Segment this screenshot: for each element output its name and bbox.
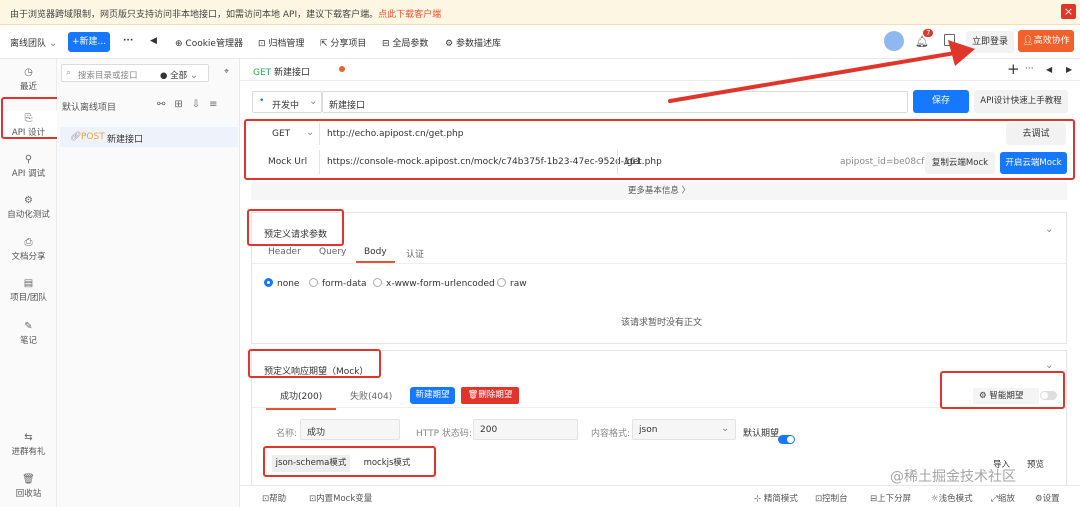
annotation-arrow [668,40,975,103]
